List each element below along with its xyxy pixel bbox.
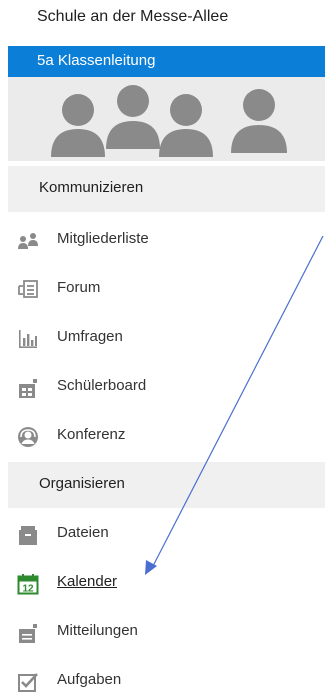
nav-item-kalender[interactable]: 12 Kalender (0, 565, 325, 605)
nav-label: Dateien (57, 524, 109, 541)
nav-item-schuelerboard[interactable]: Schülerboard (0, 369, 325, 409)
board-icon (19, 379, 37, 398)
nav-label: Umfragen (57, 328, 123, 345)
group-members-avatar-icon (51, 85, 287, 157)
conference-icon (18, 427, 38, 447)
section-header-kommunizieren: Kommunizieren (8, 166, 325, 212)
section-title: Organisieren (39, 475, 125, 492)
school-name[interactable]: Schule an der Messe-Allee (37, 8, 228, 26)
nav-item-konferenz[interactable]: Konferenz (0, 418, 325, 458)
nav-item-umfragen[interactable]: Umfragen (0, 320, 325, 360)
section-title: Kommunizieren (39, 179, 144, 196)
checkbox-check-icon (18, 673, 38, 692)
nav-label: Mitteilungen (57, 622, 138, 639)
nav-label: Mitgliederliste (57, 230, 149, 247)
members-icon (18, 233, 38, 249)
nav-label: Forum (57, 279, 101, 296)
calendar-icon: 12 (17, 574, 39, 595)
files-icon (19, 526, 37, 545)
group-title-bar[interactable]: 5a Klassenleitung (8, 46, 325, 77)
nav-item-mitgliederliste[interactable]: Mitgliederliste (0, 222, 325, 262)
poll-icon (19, 330, 37, 348)
nav-label: Kalender (57, 573, 118, 590)
nav-label: Aufgaben (57, 671, 122, 688)
notices-icon (19, 624, 37, 643)
nav-item-mitteilungen[interactable]: Mitteilungen (0, 614, 325, 654)
calendar-day-number: 12 (22, 584, 34, 595)
group-name: 5a Klassenleitung (37, 52, 156, 69)
forum-icon (18, 280, 38, 298)
nav-label: Schülerboard (57, 377, 147, 394)
nav-label: Konferenz (57, 426, 126, 443)
nav-item-forum[interactable]: Forum (0, 271, 325, 311)
group-avatar-banner (8, 77, 325, 161)
nav-item-aufgaben[interactable]: Aufgaben (0, 663, 325, 692)
sidebar-panel: Schule an der Messe-Allee 5a Klassenleit… (0, 0, 325, 692)
nav-item-dateien[interactable]: Dateien (0, 516, 325, 556)
section-header-organisieren: Organisieren (8, 462, 325, 508)
